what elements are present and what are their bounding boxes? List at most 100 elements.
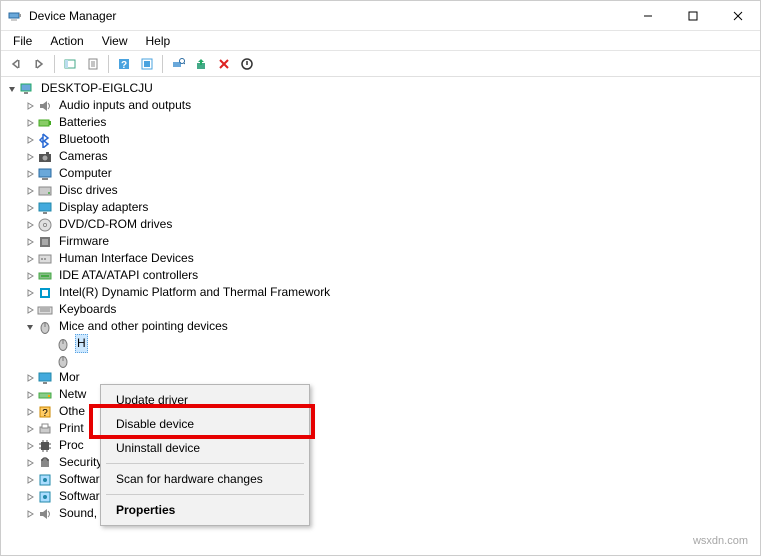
intel-icon <box>37 285 53 301</box>
tree-device[interactable] <box>5 352 760 369</box>
tree-category[interactable]: Disc drives <box>5 182 760 199</box>
keyboard-icon <box>37 302 53 318</box>
expand-icon[interactable] <box>23 405 37 419</box>
expand-icon[interactable] <box>23 133 37 147</box>
menu-view[interactable]: View <box>94 32 136 50</box>
tree-category-label: Audio inputs and outputs <box>57 97 193 114</box>
tree-category[interactable]: Human Interface Devices <box>5 250 760 267</box>
app-icon <box>7 8 23 24</box>
expand-icon[interactable] <box>23 456 37 470</box>
show-hide-console-button[interactable] <box>59 53 81 75</box>
tree-category[interactable]: Audio inputs and outputs <box>5 97 760 114</box>
tree-root-label: DESKTOP-EIGLCJU <box>39 80 155 97</box>
tree-category-label: DVD/CD-ROM drives <box>57 216 174 233</box>
sound-icon <box>37 506 53 522</box>
toolbar-separator <box>162 55 163 73</box>
expand-icon[interactable] <box>23 439 37 453</box>
cm-disable-device[interactable]: Disable device <box>104 412 306 436</box>
camera-icon <box>37 149 53 165</box>
close-button[interactable] <box>715 1 760 31</box>
tree-category[interactable]: Keyboards <box>5 301 760 318</box>
forward-button[interactable] <box>28 53 50 75</box>
software-icon <box>37 489 53 505</box>
tree-category[interactable]: DVD/CD-ROM drives <box>5 216 760 233</box>
cm-uninstall-device[interactable]: Uninstall device <box>104 436 306 460</box>
expand-icon[interactable] <box>23 235 37 249</box>
expand-icon[interactable] <box>23 507 37 521</box>
expand-icon[interactable] <box>23 167 37 181</box>
tree-device[interactable]: H <box>5 335 760 352</box>
tree-category[interactable]: Mice and other pointing devices <box>5 318 760 335</box>
tree-category-label: Intel(R) Dynamic Platform and Thermal Fr… <box>57 284 332 301</box>
client-area: DESKTOP-EIGLCJU Audio inputs and outputs… <box>1 77 760 557</box>
expand-icon[interactable] <box>23 303 37 317</box>
tree-category-label: Print <box>57 420 86 437</box>
hid-icon <box>37 251 53 267</box>
expand-icon[interactable] <box>23 388 37 402</box>
disable-button[interactable] <box>236 53 258 75</box>
bluetooth-icon <box>37 132 53 148</box>
tree-category[interactable]: Computer <box>5 165 760 182</box>
expand-icon[interactable] <box>23 371 37 385</box>
tree-category-label: Firmware <box>57 233 111 250</box>
help-button[interactable]: ? <box>113 53 135 75</box>
tree-category[interactable]: Cameras <box>5 148 760 165</box>
expand-icon[interactable] <box>23 99 37 113</box>
tree-root[interactable]: DESKTOP-EIGLCJU <box>5 80 760 97</box>
expand-icon[interactable] <box>23 116 37 130</box>
menubar: File Action View Help <box>1 31 760 51</box>
twisty-spacer <box>41 354 55 368</box>
tree-category-label: Mor <box>57 369 82 386</box>
tree-category-label: Othe <box>57 403 87 420</box>
maximize-button[interactable] <box>670 1 715 31</box>
menu-help[interactable]: Help <box>138 32 179 50</box>
expand-icon[interactable] <box>23 252 37 266</box>
expand-icon[interactable] <box>23 286 37 300</box>
expand-icon[interactable] <box>23 269 37 283</box>
expand-icon[interactable] <box>23 201 37 215</box>
monitor-icon <box>37 370 53 386</box>
tree-category-label: Computer <box>57 165 114 182</box>
ide-icon <box>37 268 53 284</box>
collapse-icon[interactable] <box>23 320 37 334</box>
mouse-icon <box>55 336 71 352</box>
toolbar-separator <box>54 55 55 73</box>
tree-category[interactable]: Bluetooth <box>5 131 760 148</box>
expand-icon[interactable] <box>23 422 37 436</box>
menu-file[interactable]: File <box>5 32 40 50</box>
update-driver-button[interactable] <box>190 53 212 75</box>
cm-update-driver[interactable]: Update driver <box>104 388 306 412</box>
expand-icon[interactable] <box>23 218 37 232</box>
tree-category-label: Disc drives <box>57 182 120 199</box>
tree-category[interactable]: Display adapters <box>5 199 760 216</box>
tree-device-label: H <box>75 334 88 353</box>
cm-properties[interactable]: Properties <box>104 498 306 522</box>
minimize-button[interactable] <box>625 1 670 31</box>
collapse-icon[interactable] <box>5 82 19 96</box>
toolbar-separator <box>108 55 109 73</box>
tree-category-label: Netw <box>57 386 88 403</box>
network-icon <box>37 387 53 403</box>
twisty-spacer <box>41 337 55 351</box>
speaker-icon <box>37 98 53 114</box>
menu-action[interactable]: Action <box>42 32 91 50</box>
action-button[interactable] <box>136 53 158 75</box>
expand-icon[interactable] <box>23 184 37 198</box>
tree-category[interactable]: Batteries <box>5 114 760 131</box>
scan-hardware-button[interactable] <box>167 53 189 75</box>
window-title: Device Manager <box>29 9 625 23</box>
tree-category[interactable]: IDE ATA/ATAPI controllers <box>5 267 760 284</box>
tree-category[interactable]: Intel(R) Dynamic Platform and Thermal Fr… <box>5 284 760 301</box>
tree-category-label: Cameras <box>57 148 110 165</box>
expand-icon[interactable] <box>23 490 37 504</box>
uninstall-button[interactable] <box>213 53 235 75</box>
disk-icon <box>37 183 53 199</box>
tree-category-label: Mice and other pointing devices <box>57 318 230 335</box>
back-button[interactable] <box>5 53 27 75</box>
expand-icon[interactable] <box>23 150 37 164</box>
expand-icon[interactable] <box>23 473 37 487</box>
tree-category-label: Bluetooth <box>57 131 112 148</box>
cm-scan-hardware[interactable]: Scan for hardware changes <box>104 467 306 491</box>
tree-category[interactable]: Firmware <box>5 233 760 250</box>
properties-button[interactable] <box>82 53 104 75</box>
